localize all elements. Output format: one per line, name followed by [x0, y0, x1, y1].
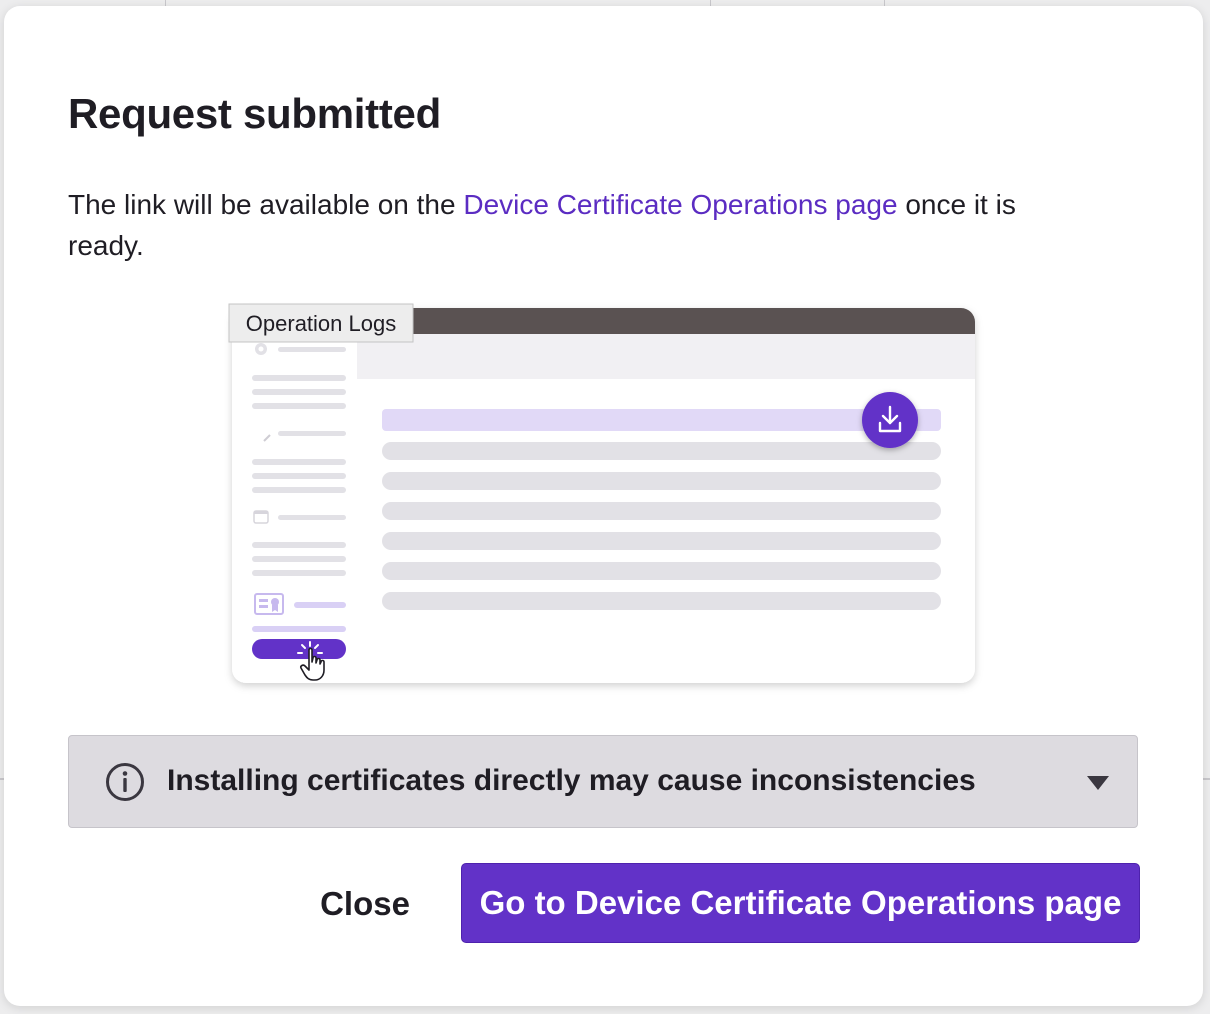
- operation-logs-tooltip: Operation Logs: [228, 303, 414, 343]
- description-text-before: The link will be available on the: [68, 189, 464, 220]
- illustration-highlighted-menu-item: [252, 639, 346, 659]
- inconsistency-warning-accordion[interactable]: Installing certificates directly may cau…: [68, 735, 1138, 828]
- dialog-description: The link will be available on the Device…: [68, 184, 1088, 266]
- go-to-operations-page-button[interactable]: Go to Device Certificate Operations page: [461, 863, 1140, 943]
- inconsistency-warning-text: Installing certificates directly may cau…: [167, 764, 976, 797]
- operation-logs-tooltip-label: Operation Logs: [246, 311, 396, 336]
- request-submitted-dialog: Request submitted The link will be avail…: [4, 6, 1203, 1006]
- operation-logs-illustration: Operation Logs: [228, 303, 975, 683]
- info-icon: [106, 763, 144, 801]
- dialog-title: Request submitted: [68, 90, 441, 137]
- illustration-header: [357, 334, 975, 379]
- chevron-down-icon[interactable]: [1087, 776, 1109, 790]
- close-button[interactable]: Close: [300, 864, 430, 944]
- device-certificate-operations-link[interactable]: Device Certificate Operations page: [463, 189, 897, 220]
- download-icon: [862, 392, 918, 448]
- gear-icon: [255, 343, 267, 355]
